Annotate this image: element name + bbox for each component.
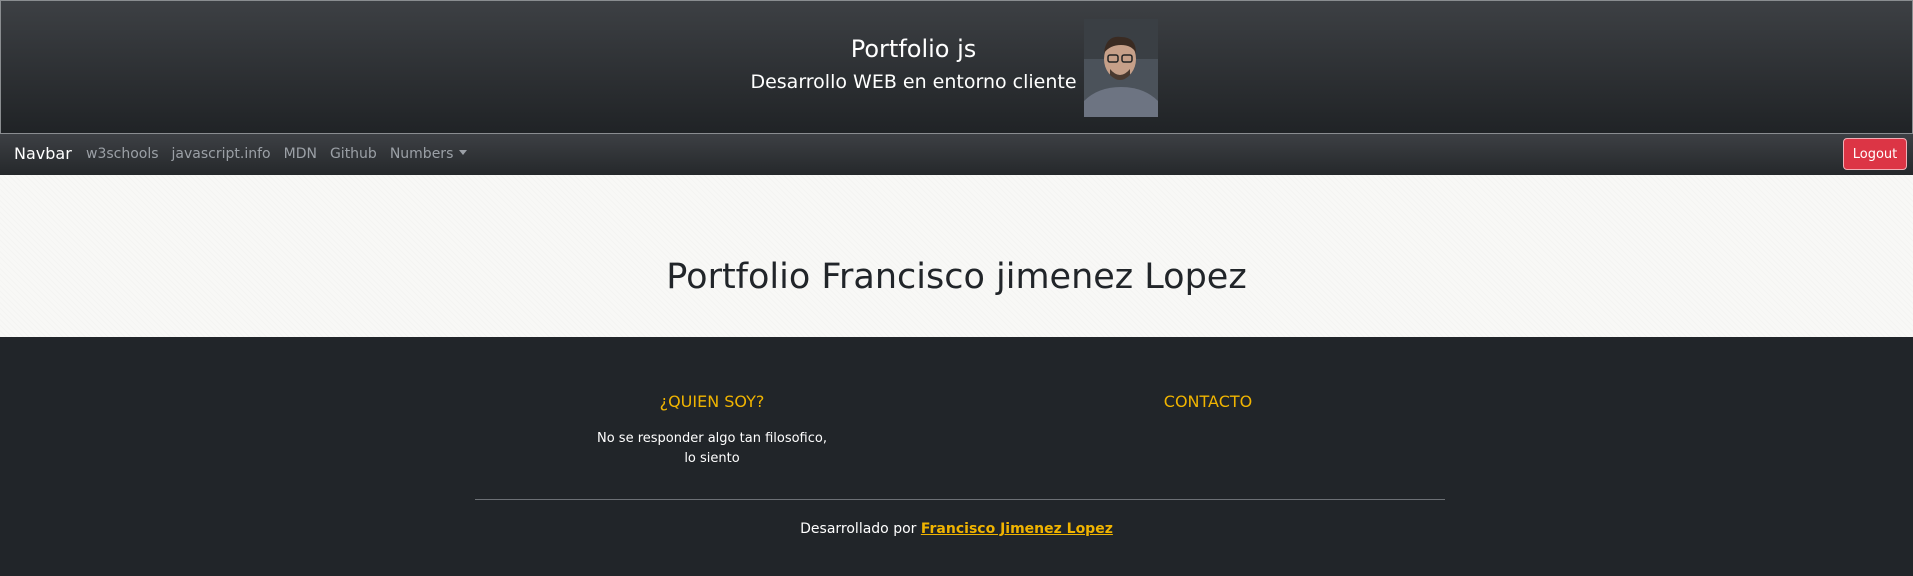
about-heading: ¿QUIEN SOY? — [659, 392, 765, 411]
navbar-brand[interactable]: Navbar — [14, 144, 72, 163]
credits: Desarrollado por Francisco Jimenez Lopez — [0, 521, 1913, 537]
header-text: Portfolio js Desarrollo WEB en entorno c… — [741, 29, 1086, 95]
nav-link-mdn[interactable]: MDN — [284, 146, 317, 162]
logout-button[interactable]: Logout — [1843, 138, 1907, 170]
contact-section: CONTACTO — [1130, 391, 1286, 413]
contact-heading: CONTACTO — [1163, 392, 1253, 411]
about-section: ¿QUIEN SOY? No se responder algo tan fil… — [594, 391, 830, 469]
nav-link-javascript-info[interactable]: javascript.info — [172, 146, 271, 162]
nav-dropdown-label: Numbers — [389, 146, 454, 162]
top-header: Portfolio js Desarrollo WEB en entorno c… — [0, 0, 1913, 134]
caret-down-icon — [459, 150, 468, 155]
nav-link-github[interactable]: Github — [330, 146, 377, 162]
nav-link-w3schools[interactable]: w3schools — [86, 146, 159, 162]
footer: ¿QUIEN SOY? No se responder algo tan fil… — [0, 337, 1913, 576]
credits-prefix: Desarrollado por — [800, 521, 917, 537]
navbar: Navbar w3schools javascript.info MDN Git… — [0, 134, 1913, 175]
nav-links: w3schools javascript.info MDN Github Num… — [86, 146, 468, 162]
footer-divider — [475, 499, 1445, 500]
author-link[interactable]: Francisco Jimenez Lopez — [921, 521, 1113, 537]
hero-title: Portfolio Francisco jimenez Lopez — [666, 257, 1247, 297]
nav-dropdown-numbers[interactable]: Numbers — [390, 146, 468, 162]
header-title: Portfolio js — [850, 35, 977, 63]
hero: Portfolio Francisco jimenez Lopez — [0, 175, 1913, 337]
profile-photo — [1084, 19, 1158, 117]
header-subtitle: Desarrollo WEB en entorno cliente — [750, 71, 1077, 93]
about-text: No se responder algo tan filosofico, lo … — [597, 431, 827, 466]
